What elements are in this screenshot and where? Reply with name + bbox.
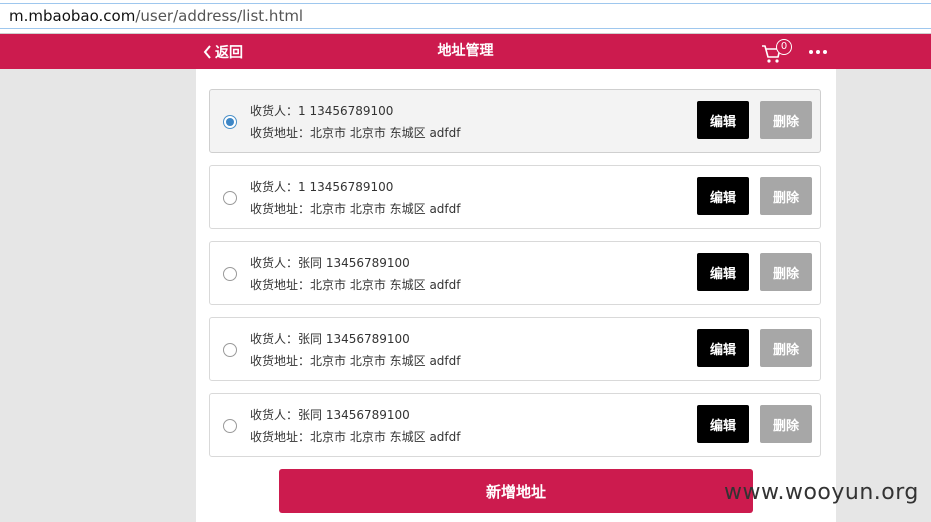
address-radio[interactable]	[223, 191, 237, 205]
cart-button[interactable]: 0	[761, 39, 795, 65]
address-text: 收货地址：北京市 北京市 东城区 adfdf	[250, 278, 461, 292]
url-host: m.mbaobao.com	[9, 7, 136, 25]
browser-address-bar: m.mbaobao.com/user/address/list.html	[0, 0, 931, 34]
recipient-text: 收货人：1 13456789100	[250, 104, 394, 118]
edit-button[interactable]: 编辑	[697, 405, 749, 443]
delete-button[interactable]: 删除	[760, 101, 812, 139]
recipient-text: 收货人：张同 13456789100	[250, 256, 410, 270]
address-card[interactable]: 收货人：1 13456789100 收货地址：北京市 北京市 东城区 adfdf…	[209, 165, 821, 229]
delete-button[interactable]: 删除	[760, 253, 812, 291]
edit-button[interactable]: 编辑	[697, 329, 749, 367]
more-dots-icon[interactable]	[808, 48, 828, 56]
address-radio[interactable]	[223, 343, 237, 357]
address-card[interactable]: 收货人：张同 13456789100 收货地址：北京市 北京市 东城区 adfd…	[209, 393, 821, 457]
edit-button[interactable]: 编辑	[697, 253, 749, 291]
radio-selected-dot	[226, 118, 234, 126]
edit-button[interactable]: 编辑	[697, 177, 749, 215]
watermark-text: www.wooyun.org	[724, 480, 919, 505]
recipient-text: 收货人：张同 13456789100	[250, 408, 410, 422]
address-radio[interactable]	[223, 267, 237, 281]
address-text: 收货地址：北京市 北京市 东城区 adfdf	[250, 126, 461, 140]
address-text: 收货地址：北京市 北京市 东城区 adfdf	[250, 202, 461, 216]
address-card[interactable]: 收货人：张同 13456789100 收货地址：北京市 北京市 东城区 adfd…	[209, 241, 821, 305]
address-radio[interactable]	[223, 115, 237, 129]
top-navigation-bar: 返回 地址管理 0	[0, 34, 931, 69]
address-radio[interactable]	[223, 419, 237, 433]
address-list-panel: 收货人：1 13456789100 收货地址：北京市 北京市 东城区 adfdf…	[196, 69, 836, 522]
delete-button[interactable]: 删除	[760, 177, 812, 215]
url-path: /user/address/list.html	[135, 7, 304, 25]
address-card[interactable]: 收货人：1 13456789100 收货地址：北京市 北京市 东城区 adfdf…	[209, 89, 821, 153]
recipient-text: 收货人：1 13456789100	[250, 180, 394, 194]
delete-button[interactable]: 删除	[760, 405, 812, 443]
address-card[interactable]: 收货人：张同 13456789100 收货地址：北京市 北京市 东城区 adfd…	[209, 317, 821, 381]
address-text: 收货地址：北京市 北京市 东城区 adfdf	[250, 430, 461, 444]
cart-count-badge: 0	[776, 39, 792, 55]
edit-button[interactable]: 编辑	[697, 101, 749, 139]
url-field[interactable]: m.mbaobao.com/user/address/list.html	[0, 3, 931, 29]
delete-button[interactable]: 删除	[760, 329, 812, 367]
address-text: 收货地址：北京市 北京市 东城区 adfdf	[250, 354, 461, 368]
add-address-button[interactable]: 新增地址	[279, 469, 753, 513]
recipient-text: 收货人：张同 13456789100	[250, 332, 410, 346]
